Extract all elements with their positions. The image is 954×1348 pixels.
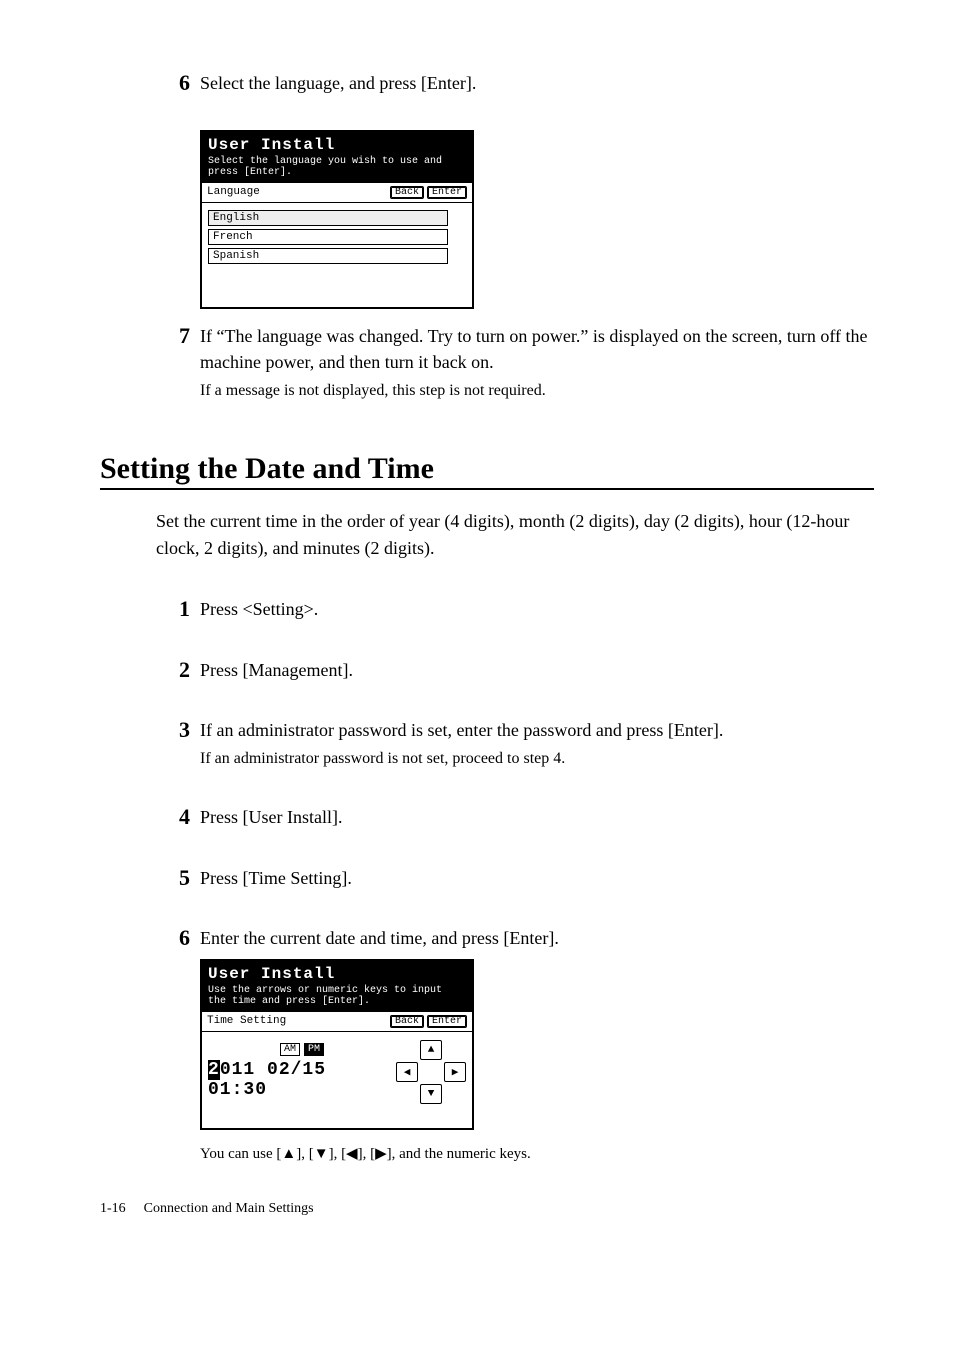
lcd-time-screen: User Install Use the arrows or numeric k… (200, 959, 474, 1129)
arrow-up-button[interactable]: ▲ (420, 1040, 442, 1060)
language-option[interactable]: French (208, 229, 448, 245)
step-number: 4 (162, 804, 190, 830)
enter-button[interactable]: Enter (427, 186, 467, 199)
lcd-field-label: Time Setting (207, 1015, 286, 1027)
lcd-subtitle: Select the language you wish to use and … (208, 156, 466, 179)
arrow-down-button[interactable]: ▼ (420, 1084, 442, 1104)
step-note: If an administrator password is not set,… (200, 747, 874, 770)
arrow-pad: ▲ ◀ ▶ ▼ (396, 1040, 466, 1104)
lcd-field-label: Language (207, 186, 260, 198)
time-cursor-digit: 2 (208, 1060, 220, 1080)
step-number: 7 (162, 323, 190, 402)
back-button[interactable]: Back (390, 186, 424, 199)
step-text: If “The language was changed. Try to tur… (200, 326, 868, 372)
step-text: If an administrator password is set, ent… (200, 720, 723, 740)
step-number: 6 (162, 925, 190, 951)
back-button[interactable]: Back (390, 1015, 424, 1028)
pm-toggle[interactable]: PM (304, 1043, 324, 1056)
language-option[interactable]: English (208, 210, 448, 226)
step-number: 1 (162, 596, 190, 622)
section-rule (100, 488, 874, 490)
lcd-title: User Install (208, 136, 466, 154)
am-toggle[interactable]: AM (280, 1043, 300, 1056)
step-number: 3 (162, 717, 190, 770)
section-intro: Set the current time in the order of yea… (156, 508, 874, 562)
arrow-left-button[interactable]: ◀ (396, 1062, 418, 1082)
step-text: Press [Management]. (200, 657, 874, 683)
enter-button[interactable]: Enter (427, 1015, 467, 1028)
lcd-title: User Install (208, 965, 466, 983)
step-text: Select the language, and press [Enter]. (200, 70, 874, 96)
lcd-subtitle: Use the arrows or numeric keys to input … (208, 985, 466, 1008)
step-number: 6 (162, 70, 190, 96)
time-readout: 2011 02/15 01:30 (208, 1060, 396, 1100)
language-option[interactable]: Spanish (208, 248, 448, 264)
time-rest: 011 02/15 01:30 (208, 1060, 326, 1100)
step-footnote: You can use [▲], [▼], [◀], [▶], and the … (200, 1144, 874, 1163)
footer-chapter-title: Connection and Main Settings (144, 1201, 314, 1217)
section-heading: Setting the Date and Time (100, 452, 874, 486)
step-number: 2 (162, 657, 190, 683)
step-text: Press [Time Setting]. (200, 865, 874, 891)
step-text: Press <Setting>. (200, 596, 874, 622)
step-text: Press [User Install]. (200, 804, 874, 830)
step-note: If a message is not displayed, this step… (200, 379, 874, 402)
lcd-language-screen: User Install Select the language you wis… (200, 130, 474, 308)
step-text: Enter the current date and time, and pre… (200, 925, 874, 951)
step-number: 5 (162, 865, 190, 891)
arrow-right-button[interactable]: ▶ (444, 1062, 466, 1082)
footer-page-number: 1-16 (100, 1201, 126, 1217)
